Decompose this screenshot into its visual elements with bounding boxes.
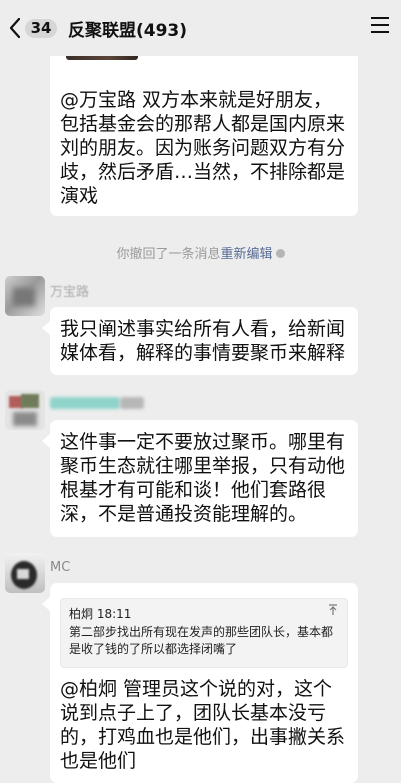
sender-name: MC <box>50 560 71 575</box>
recall-notice: 你撤回了一条消息重新编辑 <box>0 243 401 262</box>
unread-count-badge: 34 <box>25 19 57 38</box>
back-button[interactable]: 34 <box>0 10 66 46</box>
more-menu-icon[interactable] <box>369 14 391 36</box>
quote-text: 第二部步找出所有现在发声的那些团队长，基本都是收了钱的了所以都选择闭嘴了 <box>69 625 334 656</box>
back-chevron-icon <box>9 17 21 39</box>
sender-name-redacted <box>120 397 144 409</box>
pin-icon <box>329 604 337 615</box>
recall-notice-text: 你撤回了一条消息 <box>116 247 221 262</box>
quote-author: 柏炯 18:11 <box>69 607 132 621</box>
sender-name: 万宝路 <box>50 285 90 300</box>
message-text: @万宝路 双方本来就是好朋友，包括基金会的那帮人都是国内原来刘的朋友。因为账务问… <box>60 89 346 207</box>
sender-name-redacted <box>50 397 120 409</box>
message-text: 我只阐述事实给所有人看，给新闻媒体看，解释的事情要聚币来解释 <box>60 318 346 364</box>
quoted-message[interactable]: 柏炯 18:11 第二部步找出所有现在发声的那些团队长，基本都是收了钱的了所以都… <box>60 598 348 668</box>
message-text: 这件事一定不要放过聚币。哪里有聚币生态就往哪里举报，只有动他根基才有可能和谈！他… <box>60 431 346 525</box>
avatar[interactable] <box>5 390 45 430</box>
chat-header: 34 反聚联盟(493) <box>0 0 401 56</box>
chat-title: 反聚联盟(493) <box>68 21 188 41</box>
message-bubble[interactable]: 这件事一定不要放过聚币。哪里有聚币生态就往哪里举报，只有动他根基才有可能和谈！他… <box>42 420 358 537</box>
message-text: @柏炯 管理员这个说的对，这个说到点子上了，团队长基本没亏的，打鸡血也是他们，出… <box>60 678 346 772</box>
avatar[interactable] <box>5 553 45 593</box>
message-bubble[interactable]: 我只阐述事实给所有人看，给新闻媒体看，解释的事情要聚币来解释 <box>42 307 358 375</box>
avatar[interactable] <box>5 276 45 316</box>
close-circle-icon[interactable] <box>275 249 285 258</box>
re-edit-link[interactable]: 重新编辑 <box>221 247 273 262</box>
